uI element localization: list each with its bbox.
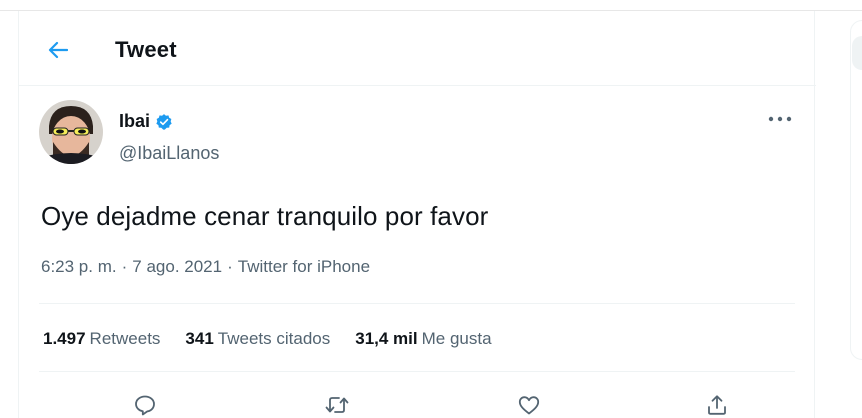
author-display-name[interactable]: Ibai [119, 111, 150, 132]
stat-label: Tweets citados [217, 329, 331, 348]
tweet-source[interactable]: Twitter for iPhone [238, 257, 370, 277]
tweet-time[interactable]: 6:23 p. m. [41, 257, 117, 277]
page-header: Tweet [19, 11, 816, 85]
author-name-row: Ibai [119, 111, 173, 132]
verified-badge-icon [156, 113, 172, 130]
heart-icon [518, 396, 540, 415]
share-icon [708, 395, 726, 415]
stats-bottom-divider [39, 371, 795, 372]
stat-count: 341 [185, 329, 214, 348]
share-button[interactable] [701, 389, 733, 418]
tweet-stats: 1.497 Retweets 341 Tweets citados 31,4 m… [43, 329, 492, 349]
stat-count: 31,4 mil [355, 329, 418, 348]
meta-separator: · [227, 257, 233, 276]
retweet-button[interactable] [321, 389, 353, 418]
page-title: Tweet [115, 37, 177, 62]
stat-quote-tweets[interactable]: 341 Tweets citados [185, 329, 330, 349]
arrow-left-icon [48, 41, 68, 59]
reply-icon [135, 395, 155, 416]
right-sidebar-edge [850, 20, 862, 360]
tweet-column: Tweet Ibai @IbaiLlanos Oye dejadme cenar… [18, 11, 816, 418]
stat-label: Me gusta [421, 329, 492, 348]
right-sidebar-search-edge[interactable] [852, 36, 862, 70]
avatar[interactable] [39, 100, 103, 164]
reply-button[interactable] [129, 389, 161, 418]
tweet-text: Oye dejadme cenar tranquilo por favor [41, 201, 489, 231]
avatar-image [39, 100, 103, 164]
tweet-meta: 6:23 p. m. · 7 ago. 2021 · Twitter for i… [41, 257, 370, 277]
stat-retweets[interactable]: 1.497 Retweets [43, 329, 160, 349]
stat-likes[interactable]: 31,4 mil Me gusta [355, 329, 491, 349]
more-horizontal-icon [768, 116, 792, 122]
more-options-button[interactable] [763, 107, 797, 131]
meta-separator: · [121, 257, 128, 276]
stat-label: Retweets [89, 329, 161, 348]
like-button[interactable] [513, 389, 545, 418]
header-divider [19, 85, 816, 86]
stats-top-divider [39, 303, 795, 304]
back-button[interactable] [41, 33, 75, 67]
tweet-date[interactable]: 7 ago. 2021 [132, 257, 222, 277]
retweet-icon [325, 397, 349, 413]
tweet-actions [19, 383, 816, 418]
author-handle[interactable]: @IbaiLlanos [119, 143, 219, 164]
stat-count: 1.497 [43, 329, 86, 348]
